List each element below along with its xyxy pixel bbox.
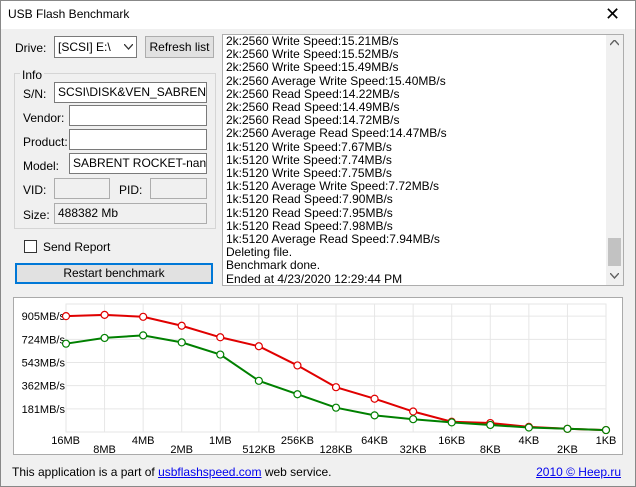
close-icon[interactable]: ✕: [590, 1, 635, 29]
series-0-point: [216, 333, 225, 342]
drive-select[interactable]: [SCSI] E:\: [54, 36, 137, 58]
series-1-point: [370, 411, 379, 420]
log-line: 1k:5120 Read Speed:7.90MB/s: [226, 192, 393, 207]
series-0-point: [61, 312, 71, 321]
sn-label: S/N:: [23, 87, 47, 101]
x-tick-label: 1MB: [209, 435, 232, 447]
series-0-point: [100, 310, 109, 319]
log-scrollbar[interactable]: [606, 35, 623, 285]
speed-chart: 905MB/s 724MB/s 543MB/s 362MB/s 181MB/s 16MB 8…: [13, 297, 623, 456]
vendor-label: Vendor:: [23, 111, 65, 125]
series-1-point: [216, 350, 225, 359]
series-0-point: [331, 383, 341, 392]
footer-prefix: This application is a part of: [12, 465, 159, 479]
x-tick-label: 2KB: [557, 444, 578, 454]
window-title: USB Flash Benchmark: [8, 7, 130, 21]
log-line: 2k:2560 Average Write Speed:15.40MB/s: [226, 73, 446, 88]
x-tick-label: 512KB: [242, 444, 275, 454]
send-report-checkbox[interactable]: [24, 240, 37, 253]
series-1-point: [61, 339, 71, 348]
pid-label: PID:: [119, 183, 143, 197]
drive-select-value: [SCSI] E:\: [58, 40, 111, 54]
log-line: 1k:5120 Read Speed:7.95MB/s: [226, 205, 393, 220]
scroll-up-icon[interactable]: [610, 40, 619, 46]
x-tick-label: 8MB: [93, 444, 116, 454]
log-textbox[interactable]: 2k:2560 Write Speed:15.21MB/s 2k:2560 Wri…: [222, 34, 624, 286]
footer-copyright: 2010 © Heep.ru: [536, 465, 621, 479]
x-tick-label: 64KB: [361, 435, 388, 447]
series-1-point: [524, 423, 533, 432]
app-window: USB Flash Benchmark ✕ Drive: [SCSI] E:\ …: [0, 0, 636, 487]
log-line: 2k:2560 Average Read Speed:14.47MB/s: [226, 126, 447, 141]
restart-benchmark-button[interactable]: Restart benchmark: [15, 263, 213, 284]
y-tick-label: 905MB/s: [22, 311, 66, 323]
log-line: Ended at 4/23/2020 12:29:44 PM: [226, 271, 403, 286]
refresh-list-button[interactable]: Refresh list: [145, 36, 214, 58]
series-0-point: [254, 342, 263, 351]
send-report-label: Send Report: [43, 240, 111, 254]
model-label: Model:: [23, 159, 60, 173]
size-field: 488382 Mb: [54, 203, 207, 224]
series-0-point: [293, 361, 302, 370]
title-bar: USB Flash Benchmark ✕: [1, 1, 635, 29]
vid-label: VID:: [23, 183, 47, 197]
x-tick-label: 128KB: [319, 444, 352, 454]
info-legend: Info: [20, 68, 45, 82]
x-tick-label: 4KB: [518, 435, 539, 447]
vid-field: [54, 178, 110, 199]
product-field[interactable]: [69, 129, 207, 150]
series-1-point: [486, 420, 495, 430]
x-tick-label: 16KB: [438, 435, 465, 447]
chart-svg: 905MB/s 724MB/s 543MB/s 362MB/s 181MB/s 16MB 8…: [22, 303, 617, 456]
x-tick-label: 8KB: [480, 444, 501, 454]
scroll-thumb[interactable]: [608, 238, 621, 266]
series-1-point: [177, 338, 186, 347]
log-lines: 2k:2560 Write Speed:15.21MB/s 2k:2560 Wri…: [226, 35, 447, 286]
series-1-point: [447, 418, 456, 427]
footer-text: This application is a part of usbflashsp…: [12, 465, 332, 479]
series-1-point: [563, 424, 572, 433]
log-line: 1k:5120 Write Speed:7.67MB/s: [226, 139, 392, 154]
series-0-point: [177, 321, 186, 330]
vendor-field[interactable]: [69, 105, 207, 126]
y-tick-label: 724MB/s: [22, 334, 66, 346]
product-label: Product:: [23, 135, 68, 149]
series-1-point: [139, 331, 148, 340]
copyright-year: 2010: [536, 465, 563, 479]
x-tick-label: 1KB: [596, 435, 617, 447]
drive-label: Drive:: [15, 41, 47, 55]
x-tick-label: 256KB: [281, 435, 314, 447]
log-line: Benchmark done.: [226, 258, 321, 273]
series-0-point: [409, 407, 418, 416]
size-label: Size:: [23, 208, 50, 222]
series-0-point: [370, 394, 379, 403]
y-tick-label: 543MB/s: [22, 357, 66, 369]
chevron-down-icon: [124, 44, 133, 50]
x-tick-label: 2MB: [170, 444, 193, 454]
series-0-point: [139, 312, 148, 321]
pid-field: [150, 178, 207, 199]
x-tick-label: 32KB: [400, 444, 427, 454]
x-tick-label: 16MB: [51, 435, 80, 447]
copyright-owner: © Heep.ru: [562, 465, 621, 479]
copyright-link[interactable]: 2010 © Heep.ru: [536, 465, 621, 479]
y-tick-label: 362MB/s: [22, 381, 66, 393]
x-tick-label: 4MB: [132, 435, 155, 447]
series-1-point: [409, 415, 418, 424]
log-line: 2k:2560 Write Speed:15.49MB/s: [226, 60, 399, 75]
series-1-point: [254, 376, 263, 385]
model-field[interactable]: SABRENT ROCKET-nano S: [69, 153, 207, 174]
series-1-point: [293, 390, 302, 399]
usbflashspeed-link[interactable]: usbflashspeed.com: [158, 465, 261, 479]
series-1-point: [331, 403, 341, 412]
scroll-down-icon[interactable]: [610, 273, 619, 279]
sn-field[interactable]: SCSI\DISK&VEN_SABRENT&I: [54, 82, 207, 103]
footer-suffix: web service.: [261, 465, 332, 479]
y-tick-label: 181MB/s: [22, 404, 66, 416]
series-1-point: [601, 425, 611, 435]
series-1-point: [100, 333, 109, 343]
